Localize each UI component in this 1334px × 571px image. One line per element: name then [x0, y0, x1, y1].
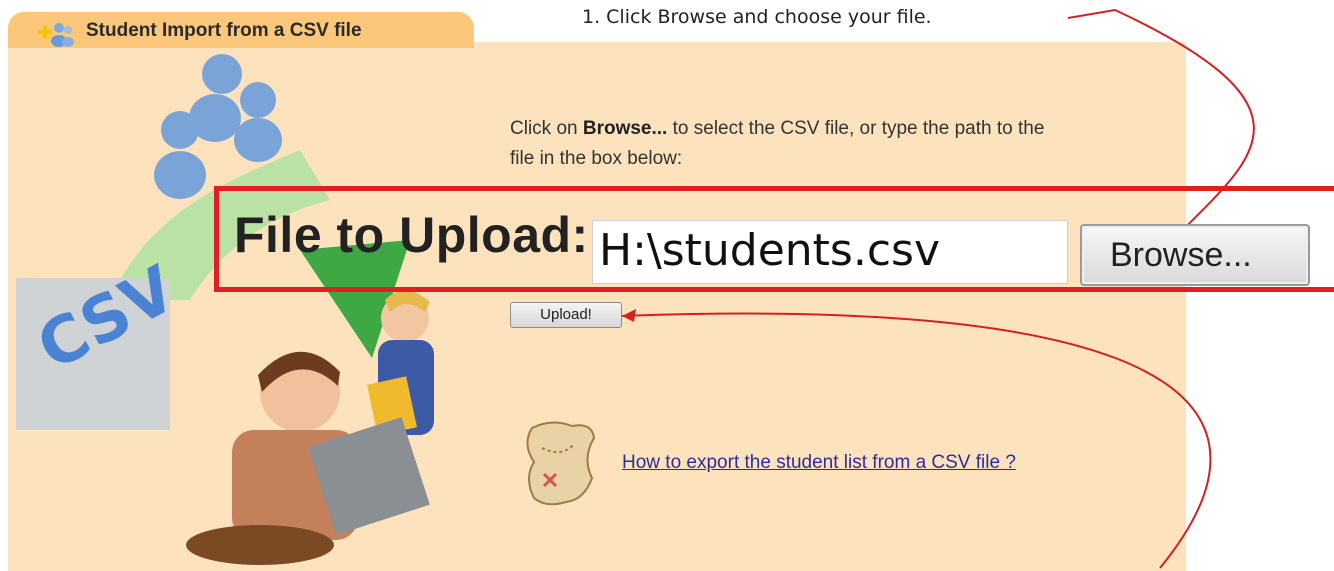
treasure-map-icon — [526, 421, 596, 506]
browse-button[interactable]: Browse... — [1080, 224, 1310, 286]
upload-button[interactable]: Upload! — [510, 302, 622, 328]
description-bold: Browse... — [582, 118, 668, 139]
file-upload-label: File to Upload: — [234, 207, 589, 263]
file-path-input[interactable]: H:\students.csv — [592, 220, 1068, 284]
arrow-head-upload — [622, 309, 636, 322]
export-help-link[interactable]: How to export the student list from a CS… — [622, 452, 1016, 474]
description-prefix: Click on — [510, 118, 583, 139]
upload-instructions: Click on Browse... to select the CSV fil… — [510, 114, 1070, 174]
arrow-to-upload — [621, 312, 1212, 569]
